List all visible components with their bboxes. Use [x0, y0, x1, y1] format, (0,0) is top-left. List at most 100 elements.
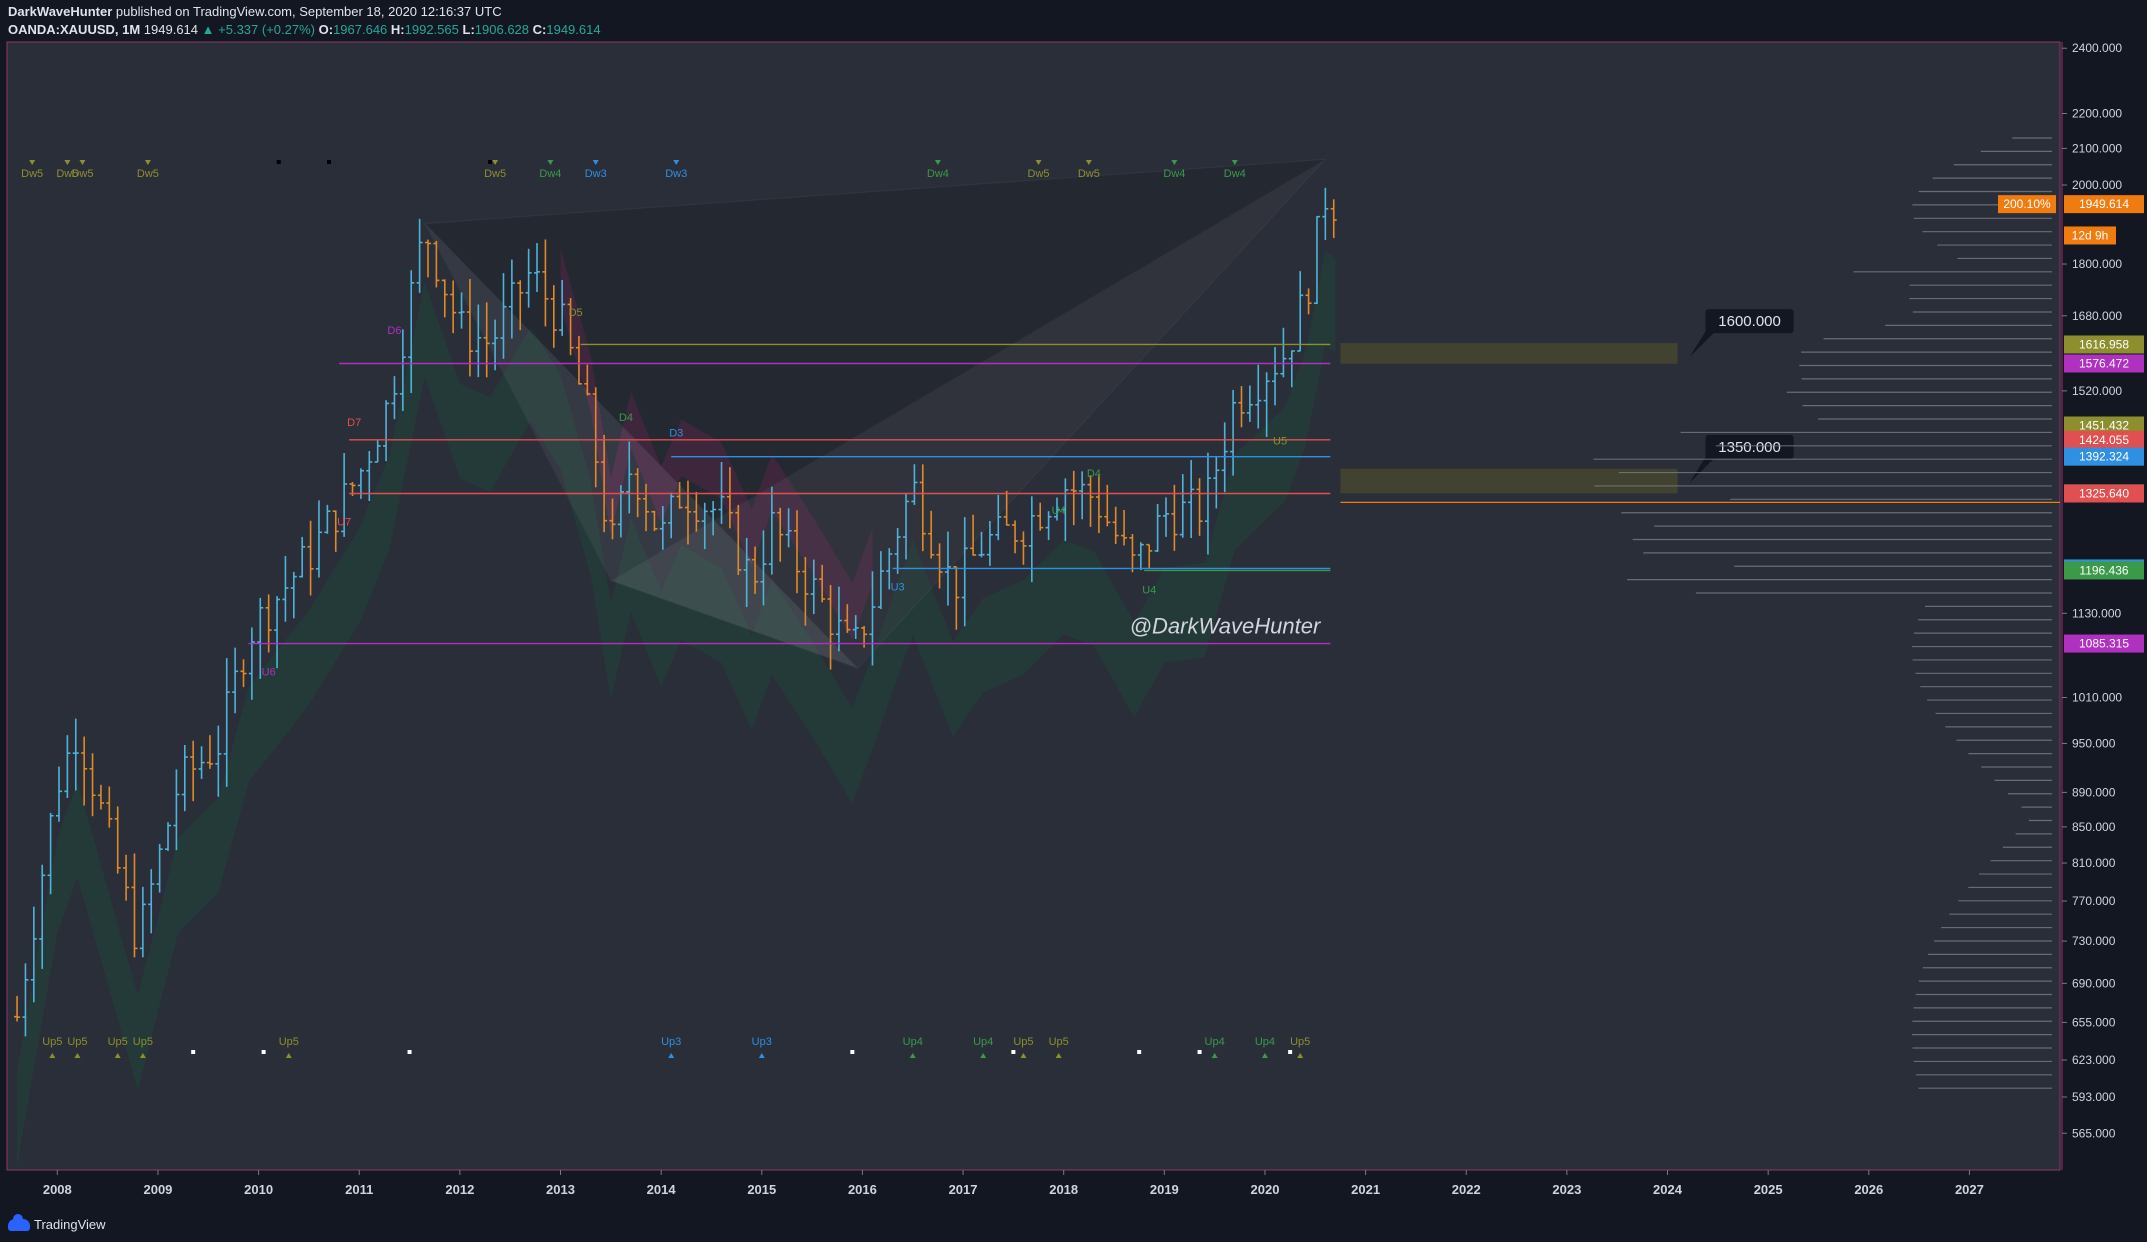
price-badge-label: 1392.324: [2079, 450, 2129, 464]
price-tick-label: 770.000: [2072, 894, 2116, 908]
neutral-dot: [1288, 1050, 1293, 1054]
price-tick-label: 1800.000: [2072, 257, 2122, 271]
neutral-dot: [1137, 1050, 1142, 1054]
price-tick-label: 2000.000: [2072, 178, 2122, 192]
down-signal-label: Dw5: [71, 168, 93, 180]
neutral-dot: [407, 1050, 412, 1054]
up-signal-label: Up5: [1290, 1036, 1310, 1048]
price-tick-label: 1010.000: [2072, 691, 2122, 705]
neutral-dot: [1197, 1050, 1202, 1054]
time-tick-label: 2021: [1351, 1182, 1380, 1197]
price-tick-label: 1130.000: [2072, 606, 2121, 620]
wave-marker: U7: [337, 517, 351, 529]
time-tick-label: 2023: [1552, 1182, 1581, 1197]
time-tick-label: 2027: [1955, 1182, 1984, 1197]
time-tick-label: 2025: [1754, 1182, 1783, 1197]
price-tick-label: 565.000: [2072, 1126, 2116, 1140]
time-tick-label: 2015: [747, 1182, 776, 1197]
down-signal-label: Dw4: [1163, 168, 1185, 180]
info-badge-label: 200.10%: [2003, 197, 2051, 211]
up-signal-label: Up3: [661, 1036, 681, 1048]
up-signal-label: Up3: [752, 1036, 772, 1048]
cloud-icon: [8, 1213, 30, 1231]
up-signal-label: Up4: [1255, 1036, 1275, 1048]
up-signal-label: Up4: [973, 1036, 993, 1048]
price-tick-label: 730.000: [2072, 934, 2116, 948]
neutral-dot: [488, 160, 493, 164]
down-signal-label: Dw5: [21, 168, 43, 180]
time-tick-label: 2020: [1251, 1182, 1280, 1197]
price-badge-label: 1196.436: [2079, 563, 2128, 577]
price-tick-label: 1680.000: [2072, 309, 2122, 323]
down-signal-label: Dw5: [1028, 168, 1050, 180]
price-tick-label: 593.000: [2072, 1090, 2116, 1104]
up-signal-label: Up5: [1049, 1036, 1069, 1048]
down-signal-label: Dw4: [539, 168, 561, 180]
price-tick-label: 950.000: [2072, 736, 2116, 750]
up-signal-label: Up5: [42, 1036, 62, 1048]
info-badge-label: 12d 9h: [2072, 228, 2109, 242]
footer-bar: TradingView: [0, 1208, 2147, 1242]
time-tick-label: 2022: [1452, 1182, 1481, 1197]
wave-marker: D4: [619, 412, 633, 424]
time-tick-label: 2024: [1653, 1182, 1683, 1197]
down-signal-label: Dw4: [927, 168, 949, 180]
price-tick-label: 623.000: [2072, 1053, 2116, 1067]
neutral-dot: [850, 1050, 855, 1054]
price-tick-label: 690.000: [2072, 976, 2116, 990]
down-signal-label: Dw5: [1078, 168, 1100, 180]
down-signal-label: Dw3: [665, 168, 687, 180]
zone-label: 1600.000: [1718, 313, 1781, 330]
neutral-dot: [276, 160, 281, 164]
time-tick-label: 2014: [647, 1182, 677, 1197]
price-badge-label: 1949.614: [2079, 197, 2129, 211]
time-tick-label: 2012: [445, 1182, 474, 1197]
neutral-dot: [261, 1050, 266, 1054]
time-tick-label: 2017: [949, 1182, 978, 1197]
neutral-dot: [1011, 1050, 1016, 1054]
up-signal-label: Up5: [67, 1036, 87, 1048]
price-badge-label: 1616.958: [2079, 337, 2129, 351]
up-signal-label: Up5: [133, 1036, 153, 1048]
price-badge-label: 1451.432: [2079, 418, 2129, 432]
price-tick-label: 655.000: [2072, 1015, 2116, 1029]
wave-marker: U4: [1052, 505, 1066, 517]
up-signal-label: Up4: [1205, 1036, 1225, 1048]
time-tick-label: 2011: [345, 1182, 373, 1197]
price-tick-label: 1520.000: [2072, 384, 2122, 398]
price-tick-label: 2100.000: [2072, 141, 2122, 155]
time-tick-label: 2016: [848, 1182, 877, 1197]
time-tick-label: 2019: [1150, 1182, 1179, 1197]
tradingview-logo[interactable]: TradingView: [8, 1213, 106, 1232]
down-signal-label: Dw5: [137, 168, 159, 180]
price-badge-label: 1085.315: [2079, 637, 2129, 651]
chart-canvas[interactable]: 1600.000 1350.000 Dw5 Dw5 Dw5 Dw5 Dw5 Dw4 Dw3 Dw3…: [0, 0, 2147, 1208]
price-tick-label: 850.000: [2072, 820, 2116, 834]
price-zone: [1340, 343, 1678, 364]
neutral-dot: [327, 160, 332, 164]
down-signal-label: Dw5: [484, 168, 506, 180]
price-badge-label: 1576.472: [2079, 357, 2129, 371]
up-signal-label: Up5: [279, 1036, 299, 1048]
wave-marker: D3: [669, 428, 683, 440]
up-signal-label: Up5: [1013, 1036, 1033, 1048]
time-tick-label: 2008: [43, 1182, 72, 1197]
wave-marker: D6: [387, 325, 401, 337]
wave-marker: U5: [1273, 436, 1287, 448]
wave-marker: U6: [262, 667, 276, 679]
time-tick-label: 2013: [546, 1182, 575, 1197]
zone-label: 1350.000: [1718, 439, 1781, 456]
wave-marker: D7: [347, 417, 361, 429]
wave-marker: U3: [891, 581, 905, 593]
watermark: @DarkWaveHunter: [1130, 613, 1322, 638]
brand-label: TradingView: [34, 1217, 106, 1232]
wave-marker: D4: [1087, 468, 1101, 480]
time-tick-label: 2010: [244, 1182, 273, 1197]
up-signal-label: Up4: [903, 1036, 923, 1048]
price-badge-label: 1424.055: [2079, 433, 2129, 447]
wave-marker: U4: [1142, 585, 1156, 597]
price-tick-label: 2400.000: [2072, 41, 2122, 55]
up-signal-label: Up5: [108, 1036, 128, 1048]
price-tick-label: 810.000: [2072, 856, 2116, 870]
price-tick-label: 2200.000: [2072, 106, 2122, 120]
